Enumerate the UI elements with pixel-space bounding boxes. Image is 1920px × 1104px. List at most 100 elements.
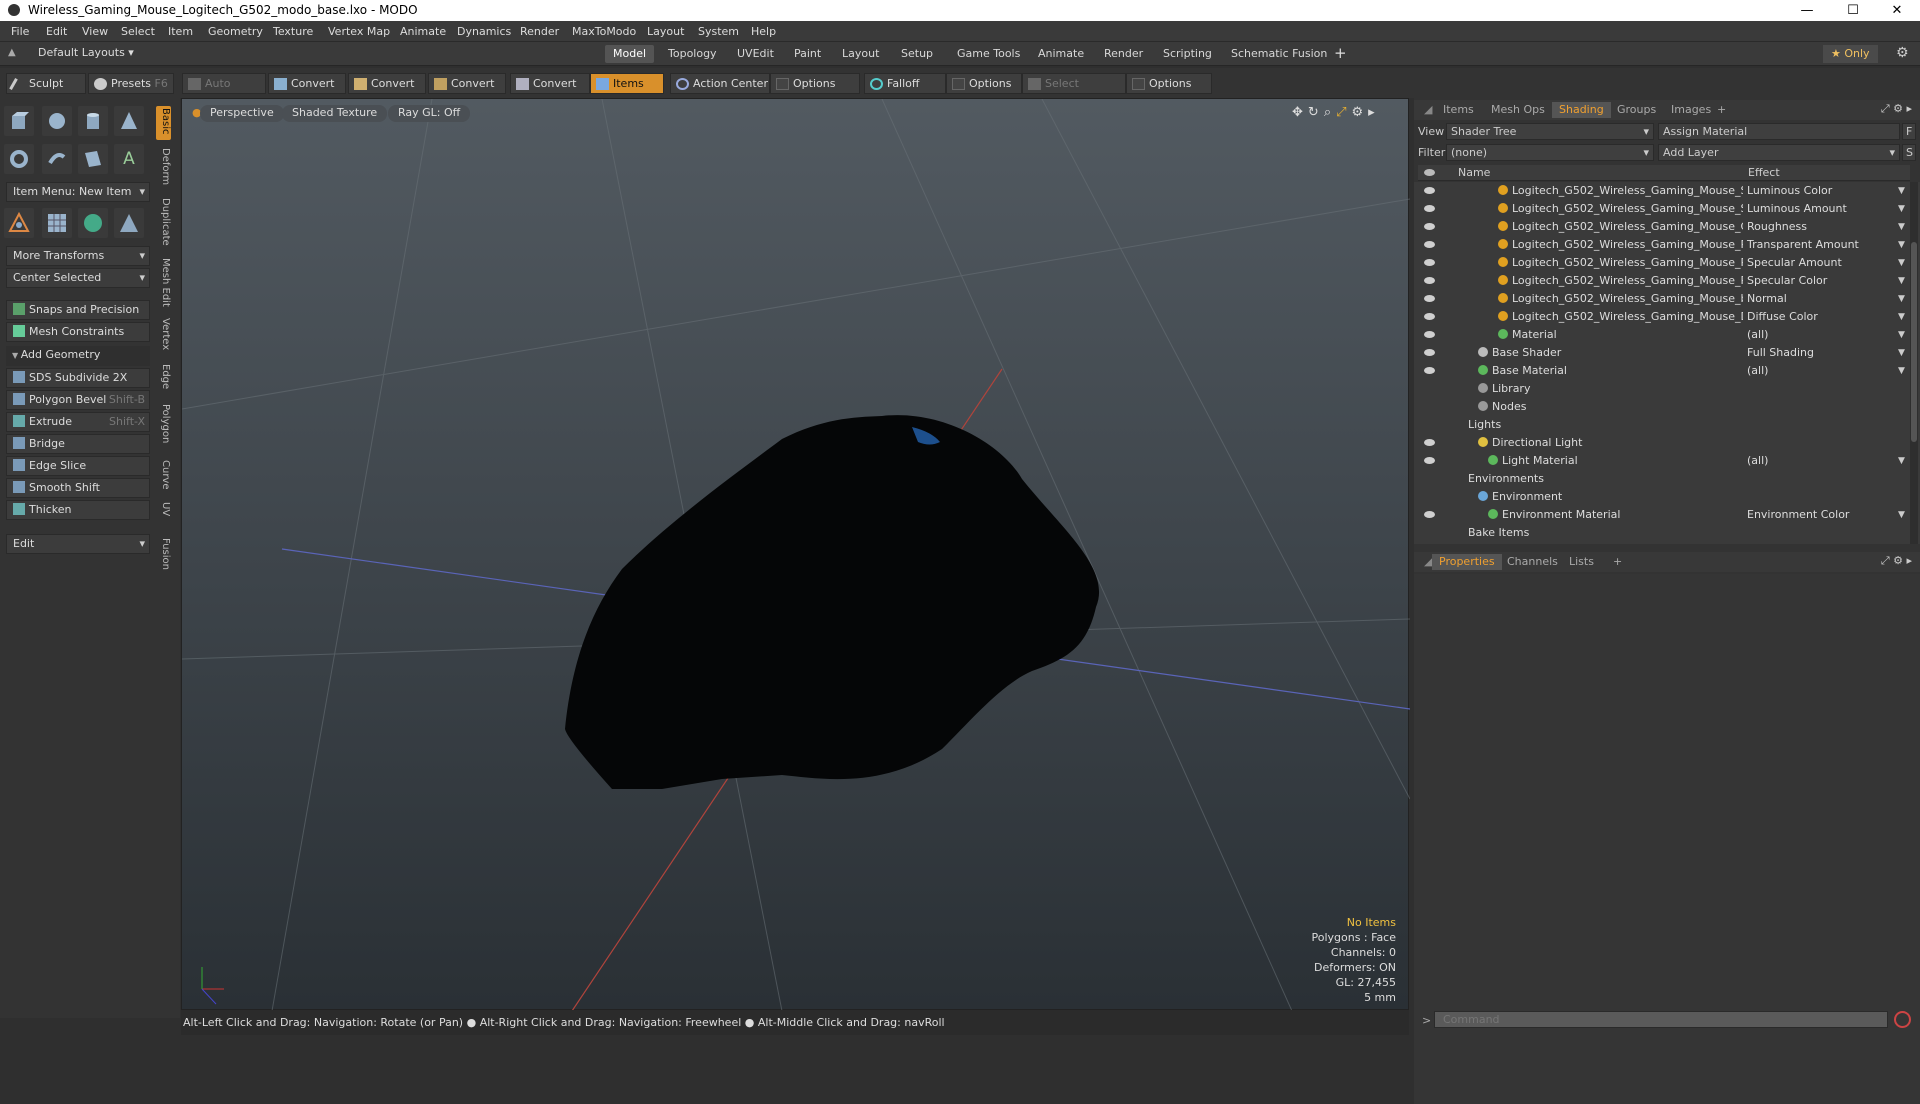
menu-view[interactable]: View	[82, 25, 108, 38]
chevron-down-icon[interactable]: ▼	[1898, 326, 1905, 344]
sphere-primitive-icon[interactable]	[42, 106, 72, 136]
chevron-down-icon[interactable]: ▼	[1898, 506, 1905, 524]
tree-row[interactable]: Lights	[1418, 416, 1910, 434]
panel-settings-icons[interactable]: ⤢ ⚙ ▸	[1881, 102, 1912, 116]
add-geometry-header[interactable]: ▼ Add Geometry	[6, 346, 150, 366]
menu-system[interactable]: System	[698, 25, 739, 38]
tab-scripting[interactable]: Scripting	[1155, 45, 1220, 63]
tab-setup[interactable]: Setup	[893, 45, 941, 63]
eye-icon[interactable]	[1424, 457, 1435, 464]
vtab-duplicate[interactable]: Duplicate	[158, 198, 171, 246]
gear-icon[interactable]: ⚙	[1896, 45, 1909, 61]
cone-primitive-icon[interactable]	[114, 106, 144, 136]
snapping-options-button[interactable]: Options	[1126, 73, 1212, 94]
select-through-button[interactable]: Select Through	[1022, 73, 1126, 110]
close-button[interactable]: ✕	[1874, 0, 1920, 21]
tab-topology[interactable]: Topology	[660, 45, 725, 63]
tree-row[interactable]: Logitech_G502_Wireless_Gaming_Mouse_Di .…	[1418, 308, 1910, 326]
text-tool-icon[interactable]: A	[114, 144, 144, 174]
center-selected-dropdown[interactable]: Center Selected ▾	[6, 268, 150, 288]
chevron-down-icon[interactable]: ▼	[1898, 344, 1905, 362]
add-tab-button[interactable]: +	[1334, 44, 1347, 62]
filter-dropdown[interactable]: (none) ▾	[1446, 144, 1654, 161]
edge-slice-button[interactable]: Edge Slice	[6, 456, 150, 476]
add-layer-dropdown[interactable]: Add Layer ▾	[1658, 144, 1900, 161]
tree-item-effect[interactable]: Environment Color	[1747, 506, 1897, 524]
maximize-button[interactable]: ☐	[1830, 0, 1876, 21]
tab-channels[interactable]: Channels	[1500, 554, 1565, 570]
vtab-vertex[interactable]: Vertex	[158, 318, 171, 350]
tab-model[interactable]: Model	[605, 45, 655, 63]
eye-icon[interactable]	[1424, 511, 1435, 518]
sculpt-button[interactable]: Sculpt	[6, 73, 86, 94]
chevron-down-icon[interactable]: ▼	[1898, 290, 1905, 308]
convert-vertices-button[interactable]: Convert	[268, 73, 346, 94]
item-menu-dropdown[interactable]: Item Menu: New Item ▾	[6, 182, 150, 202]
mouse-model[interactable]	[565, 415, 1100, 789]
tree-row[interactable]: Logitech_G502_Wireless_Gaming_Mouse_Gl .…	[1418, 218, 1910, 236]
pen-tool-icon[interactable]	[78, 144, 108, 174]
zoom-icon[interactable]: ⌕	[1324, 105, 1336, 120]
vtab-uv[interactable]: UV	[158, 502, 171, 516]
items-mode-button[interactable]: Items	[590, 73, 664, 94]
menu-dynamics[interactable]: Dynamics	[457, 25, 511, 38]
rotate-icon[interactable]: ↻	[1308, 105, 1324, 120]
add-panel-tab-button[interactable]: +	[1606, 554, 1629, 570]
tree-item-effect[interactable]: (all)	[1747, 362, 1897, 380]
expand-arrow-icon[interactable]: ▸	[1368, 105, 1380, 120]
grid-icon[interactable]	[42, 208, 72, 238]
vtab-polygon[interactable]: Polygon	[158, 404, 171, 443]
only-button[interactable]: ★ Only	[1823, 45, 1878, 63]
menu-texture[interactable]: Texture	[273, 25, 313, 38]
thicken-button[interactable]: Thicken	[6, 500, 150, 520]
extrude-button[interactable]: Extrude Shift-X	[6, 412, 150, 432]
convert-polygons-button[interactable]: Convert	[428, 73, 506, 94]
bridge-button[interactable]: Bridge	[6, 434, 150, 454]
eye-icon[interactable]	[1424, 331, 1435, 338]
chevron-down-icon[interactable]: ▼	[1898, 254, 1905, 272]
pyramid-icon[interactable]	[114, 208, 144, 238]
tree-item-effect[interactable]: Luminous Color	[1747, 182, 1897, 200]
menu-animate[interactable]: Animate	[400, 25, 446, 38]
tab-shading[interactable]: Shading	[1552, 102, 1611, 118]
vtab-curve[interactable]: Curve	[158, 460, 171, 490]
raygl-button[interactable]: Ray GL: Off	[388, 105, 471, 122]
tree-row[interactable]: Logitech_G502_Wireless_Gaming_Mouse_S ..…	[1418, 200, 1910, 218]
menu-help[interactable]: Help	[751, 25, 776, 38]
cylinder-primitive-icon[interactable]	[78, 106, 108, 136]
tree-row[interactable]: Environment	[1418, 488, 1910, 506]
vtab-edge[interactable]: Edge	[158, 364, 171, 389]
tab-schematic-fusion[interactable]: Schematic Fusion	[1223, 45, 1335, 63]
scrollbar-thumb[interactable]	[1911, 242, 1917, 442]
tree-row[interactable]: Logitech_G502_Wireless_Gaming_Mouse_S ..…	[1418, 182, 1910, 200]
torus-primitive-icon[interactable]	[4, 144, 34, 174]
tree-item-effect[interactable]: Roughness	[1747, 218, 1897, 236]
tree-item-effect[interactable]: (all)	[1747, 452, 1897, 470]
chevron-down-icon[interactable]: ▼	[1898, 362, 1905, 380]
tree-item-effect[interactable]: Full Shading	[1747, 344, 1897, 362]
tree-item-effect[interactable]: Transparent Amount	[1747, 236, 1897, 254]
tree-row[interactable]: Directional Light	[1418, 434, 1910, 452]
tree-row[interactable]: Environment Material Environment Color ▼	[1418, 506, 1910, 524]
eye-icon[interactable]	[1424, 241, 1435, 248]
falloff-options-button[interactable]: Options	[946, 73, 1022, 94]
command-input[interactable]	[1434, 1011, 1888, 1028]
panel-settings-icons[interactable]: ⤢ ⚙ ▸	[1881, 554, 1912, 568]
more-transforms-dropdown[interactable]: More Transforms ▾	[6, 246, 150, 266]
tab-layout[interactable]: Layout	[834, 45, 887, 63]
tree-row[interactable]: Logitech_G502_Wireless_Gaming_Mouse_b ..…	[1418, 290, 1910, 308]
chevron-down-icon[interactable]: ▼	[1898, 452, 1905, 470]
tab-uvedit[interactable]: UVEdit	[729, 45, 782, 63]
record-icon[interactable]	[1894, 1011, 1911, 1028]
tab-paint[interactable]: Paint	[786, 45, 829, 63]
tree-row[interactable]: Logitech_G502_Wireless_Gaming_Mouse_R ..…	[1418, 254, 1910, 272]
vtab-deform[interactable]: Deform	[158, 148, 171, 185]
menu-geometry[interactable]: Geometry	[208, 25, 263, 38]
tab-mesh-ops[interactable]: Mesh Ops	[1484, 102, 1552, 118]
name-column-header[interactable]: Name	[1458, 166, 1490, 179]
eye-icon[interactable]	[1424, 295, 1435, 302]
f-button[interactable]: F	[1902, 123, 1916, 140]
smooth-shift-button[interactable]: Smooth Shift	[6, 478, 150, 498]
transform-icon[interactable]	[4, 208, 34, 238]
tree-item-effect[interactable]: Normal	[1747, 290, 1897, 308]
